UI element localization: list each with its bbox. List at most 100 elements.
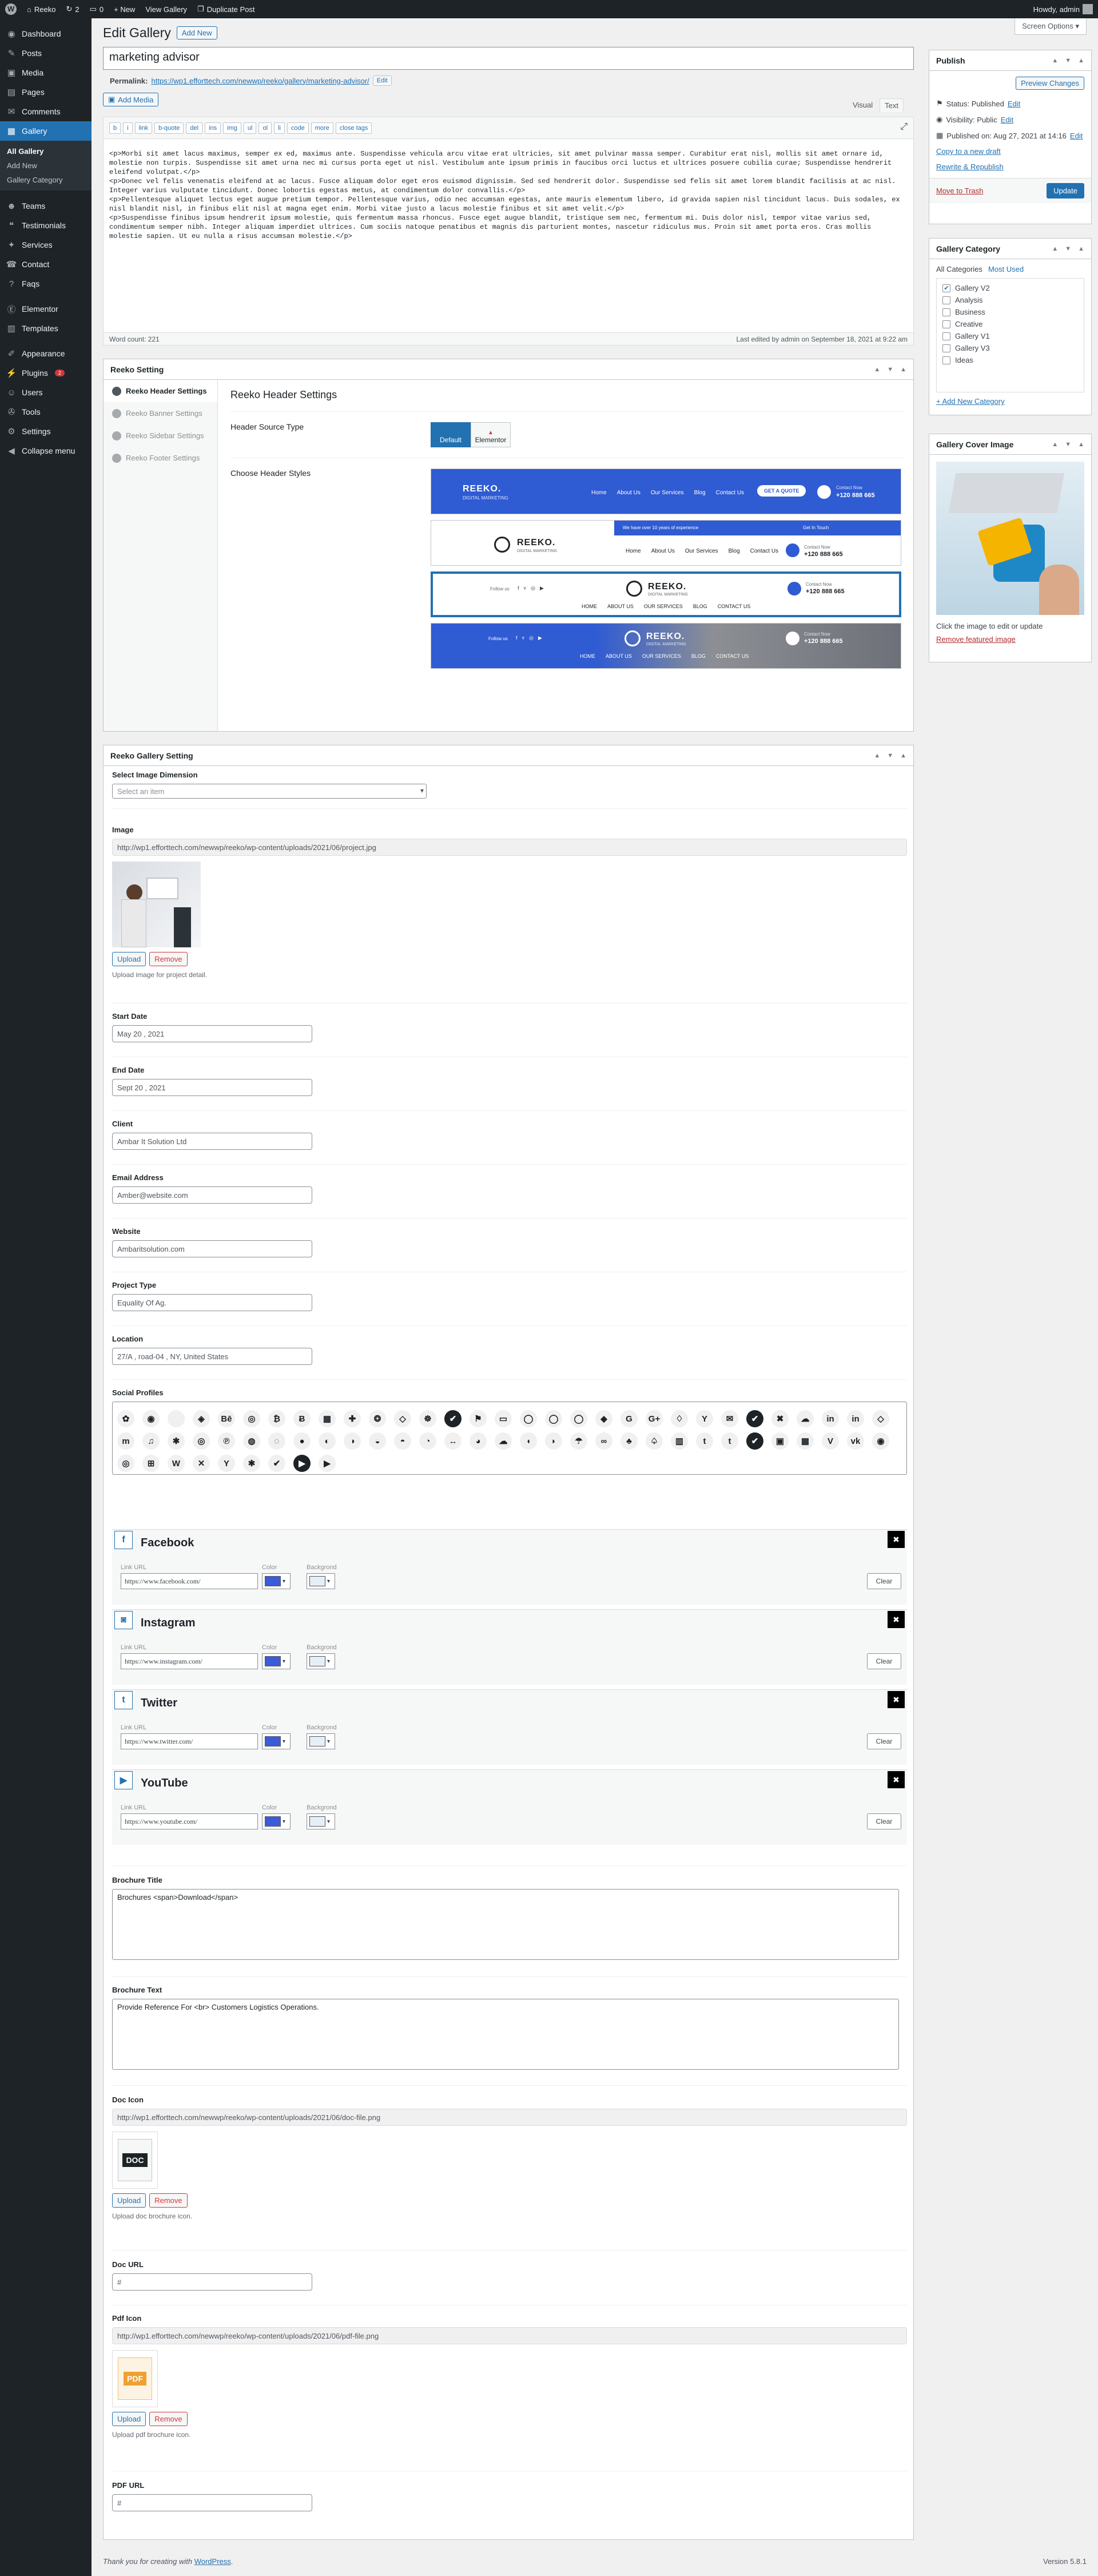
qt-button-ins[interactable]: ins bbox=[205, 122, 221, 134]
post-title-input[interactable]: marketing advisor bbox=[103, 47, 914, 70]
social-icon-option[interactable]: ◖ bbox=[520, 1432, 537, 1450]
social-icon-option[interactable]: ◈ bbox=[193, 1410, 210, 1427]
sidebar-item-faqs[interactable]: ? Faqs bbox=[0, 274, 92, 293]
sidebar-item-plugins[interactable]: ⚡ Plugins 2 bbox=[0, 363, 92, 383]
header-style-option-4[interactable]: Follow us fʏ◎▶ REEKO. DIGITAL MARKETING … bbox=[431, 623, 901, 669]
link-color-picker[interactable]: ▾ bbox=[262, 1733, 291, 1749]
qt-button-ol[interactable]: ol bbox=[258, 122, 272, 134]
move-up-icon[interactable]: ▲ bbox=[874, 366, 880, 373]
qt-button-i[interactable]: i bbox=[123, 122, 133, 134]
featured-image[interactable] bbox=[936, 462, 1084, 615]
category-checkbox[interactable] bbox=[942, 344, 950, 352]
end-date-input[interactable]: Sept 20 , 2021 bbox=[112, 1079, 312, 1096]
social-icon-option[interactable]: ✕ bbox=[193, 1455, 210, 1472]
category-item[interactable]: Ideas bbox=[942, 354, 1078, 366]
permalink-link[interactable]: https://wp1.efforttech.com/newwp/reeko/g… bbox=[151, 77, 369, 85]
social-icon-option[interactable]: ☂ bbox=[570, 1432, 587, 1450]
source-elementor-button[interactable]: ▲ Elementor bbox=[471, 422, 511, 447]
social-icon-option[interactable]: ◉ bbox=[142, 1410, 160, 1427]
doc-icon-url-field[interactable]: http://wp1.efforttech.com/newwp/reeko/wp… bbox=[112, 2109, 907, 2126]
brochure-text-textarea[interactable]: Provide Reference For <br> Customers Log… bbox=[112, 1999, 899, 2070]
social-icon-option[interactable]: ◔ bbox=[419, 1432, 436, 1450]
category-item[interactable]: ✔ Gallery V2 bbox=[942, 282, 1078, 294]
client-input[interactable]: Ambar It Solution Ltd bbox=[112, 1133, 312, 1150]
social-icon-option[interactable]: ₿ bbox=[268, 1410, 285, 1427]
remove-social-button[interactable]: ✖ bbox=[888, 1771, 905, 1788]
social-icon-option[interactable]: G bbox=[620, 1410, 638, 1427]
sidebar-item-comments[interactable]: ✉ Comments bbox=[0, 102, 92, 121]
qt-button-ul[interactable]: ul bbox=[243, 122, 257, 134]
remove-social-button[interactable]: ✖ bbox=[888, 1691, 905, 1708]
social-icon-option[interactable]: ♢ bbox=[671, 1410, 688, 1427]
social-icon-option[interactable]: G+ bbox=[646, 1410, 663, 1427]
category-checkbox[interactable] bbox=[942, 296, 950, 304]
social-url-input[interactable]: https://www.facebook.com/ bbox=[121, 1573, 258, 1589]
social-icon-option[interactable]: ✚ bbox=[344, 1410, 361, 1427]
location-input[interactable]: 27/A , road-04 , NY, United States bbox=[112, 1348, 312, 1365]
wp-logo-menu[interactable] bbox=[0, 0, 22, 18]
new-content-link[interactable]: + New bbox=[109, 0, 140, 18]
social-icon-option[interactable]: ◯ bbox=[520, 1410, 537, 1427]
social-icon-option[interactable]: W bbox=[168, 1455, 185, 1472]
doc-remove-button[interactable]: Remove bbox=[149, 2193, 188, 2208]
qt-button-b[interactable]: b bbox=[109, 122, 121, 134]
social-url-input[interactable]: https://www.youtube.com/ bbox=[121, 1813, 258, 1829]
social-icon-option[interactable]: ● bbox=[293, 1432, 311, 1450]
sidebar-item-settings[interactable]: ⚙ Settings bbox=[0, 422, 92, 441]
category-item[interactable]: Analysis bbox=[942, 294, 1078, 306]
qt-button-img[interactable]: img bbox=[223, 122, 241, 134]
pdf-upload-button[interactable]: Upload bbox=[112, 2412, 146, 2426]
email-input[interactable]: Amber@website.com bbox=[112, 1186, 312, 1204]
social-icon-option[interactable]: ◇ bbox=[394, 1410, 411, 1427]
move-up-icon[interactable]: ▲ bbox=[874, 752, 880, 759]
image-upload-button[interactable]: Upload bbox=[112, 952, 146, 966]
site-name-link[interactable]: ⌂ Reeko bbox=[22, 0, 61, 18]
tab-banner-settings[interactable]: Reeko Banner Settings bbox=[104, 402, 217, 424]
qt-button-more[interactable]: more bbox=[311, 122, 333, 134]
social-icon-option[interactable]: ☁ bbox=[797, 1410, 814, 1427]
social-icon-option[interactable]: ▥ bbox=[671, 1432, 688, 1450]
pdf-remove-button[interactable]: Remove bbox=[149, 2412, 188, 2426]
website-input[interactable]: Ambaritsolution.com bbox=[112, 1240, 312, 1257]
move-down-icon[interactable]: ▼ bbox=[1065, 245, 1071, 252]
remove-social-button[interactable]: ✖ bbox=[888, 1611, 905, 1628]
tab-text[interactable]: Text bbox=[880, 98, 904, 112]
link-color-picker[interactable]: ▾ bbox=[262, 1573, 291, 1589]
social-icon-option[interactable]: t bbox=[721, 1432, 738, 1450]
tab-most-used[interactable]: Most Used bbox=[988, 265, 1024, 273]
clear-button[interactable]: Clear bbox=[867, 1813, 901, 1829]
social-icon-option[interactable]: Y bbox=[696, 1410, 713, 1427]
social-icon-option[interactable]: ✔ bbox=[268, 1455, 285, 1472]
sidebar-item-tools[interactable]: ✇ Tools bbox=[0, 402, 92, 422]
sidebar-item-posts[interactable]: ✎ Posts bbox=[0, 43, 92, 63]
sidebar-item-templates[interactable]: ▥ Templates bbox=[0, 319, 92, 338]
social-icon-option[interactable]: ✱ bbox=[243, 1455, 260, 1472]
social-icon-option[interactable]: ◐ bbox=[319, 1432, 336, 1450]
social-icon-option[interactable]: ▶ bbox=[293, 1455, 311, 1472]
category-checkbox[interactable] bbox=[942, 356, 950, 364]
visibility-edit-link[interactable]: Edit bbox=[1001, 116, 1013, 124]
social-icon-option[interactable]: ✉ bbox=[721, 1410, 738, 1427]
qt-button-li[interactable]: li bbox=[274, 122, 285, 134]
clear-button[interactable]: Clear bbox=[867, 1573, 901, 1589]
social-icon-option[interactable]: ↔ bbox=[444, 1432, 462, 1450]
link-color-picker[interactable]: ▾ bbox=[262, 1813, 291, 1829]
image-dimension-select[interactable]: Select an item bbox=[112, 784, 427, 799]
toggle-panel-icon[interactable]: ▲ bbox=[1078, 441, 1084, 448]
clear-button[interactable]: Clear bbox=[867, 1733, 901, 1749]
toggle-panel-icon[interactable]: ▲ bbox=[900, 366, 906, 373]
sidebar-item-users[interactable]: ☺ Users bbox=[0, 383, 92, 402]
qt-button-link[interactable]: link bbox=[134, 122, 153, 134]
social-icon-option[interactable]: ✔ bbox=[746, 1410, 763, 1427]
source-default-button[interactable]: Default bbox=[431, 422, 471, 447]
category-checkbox[interactable]: ✔ bbox=[942, 284, 950, 292]
sidebar-item-elementor[interactable]: Ⓔ Elementor bbox=[0, 299, 92, 319]
social-icon-option[interactable]: ◎ bbox=[243, 1410, 260, 1427]
category-item[interactable]: Gallery V1 bbox=[942, 330, 1078, 342]
social-icon-option[interactable]: ⚑ bbox=[470, 1410, 487, 1427]
add-new-category-link[interactable]: + Add New Category bbox=[936, 397, 1005, 406]
view-gallery-link[interactable]: View Gallery bbox=[140, 0, 192, 18]
sidebar-item-pages[interactable]: ▤ Pages bbox=[0, 82, 92, 102]
social-icon-option[interactable]: ♤ bbox=[646, 1432, 663, 1450]
duplicate-post-link[interactable]: ❐ Duplicate Post bbox=[192, 0, 260, 18]
